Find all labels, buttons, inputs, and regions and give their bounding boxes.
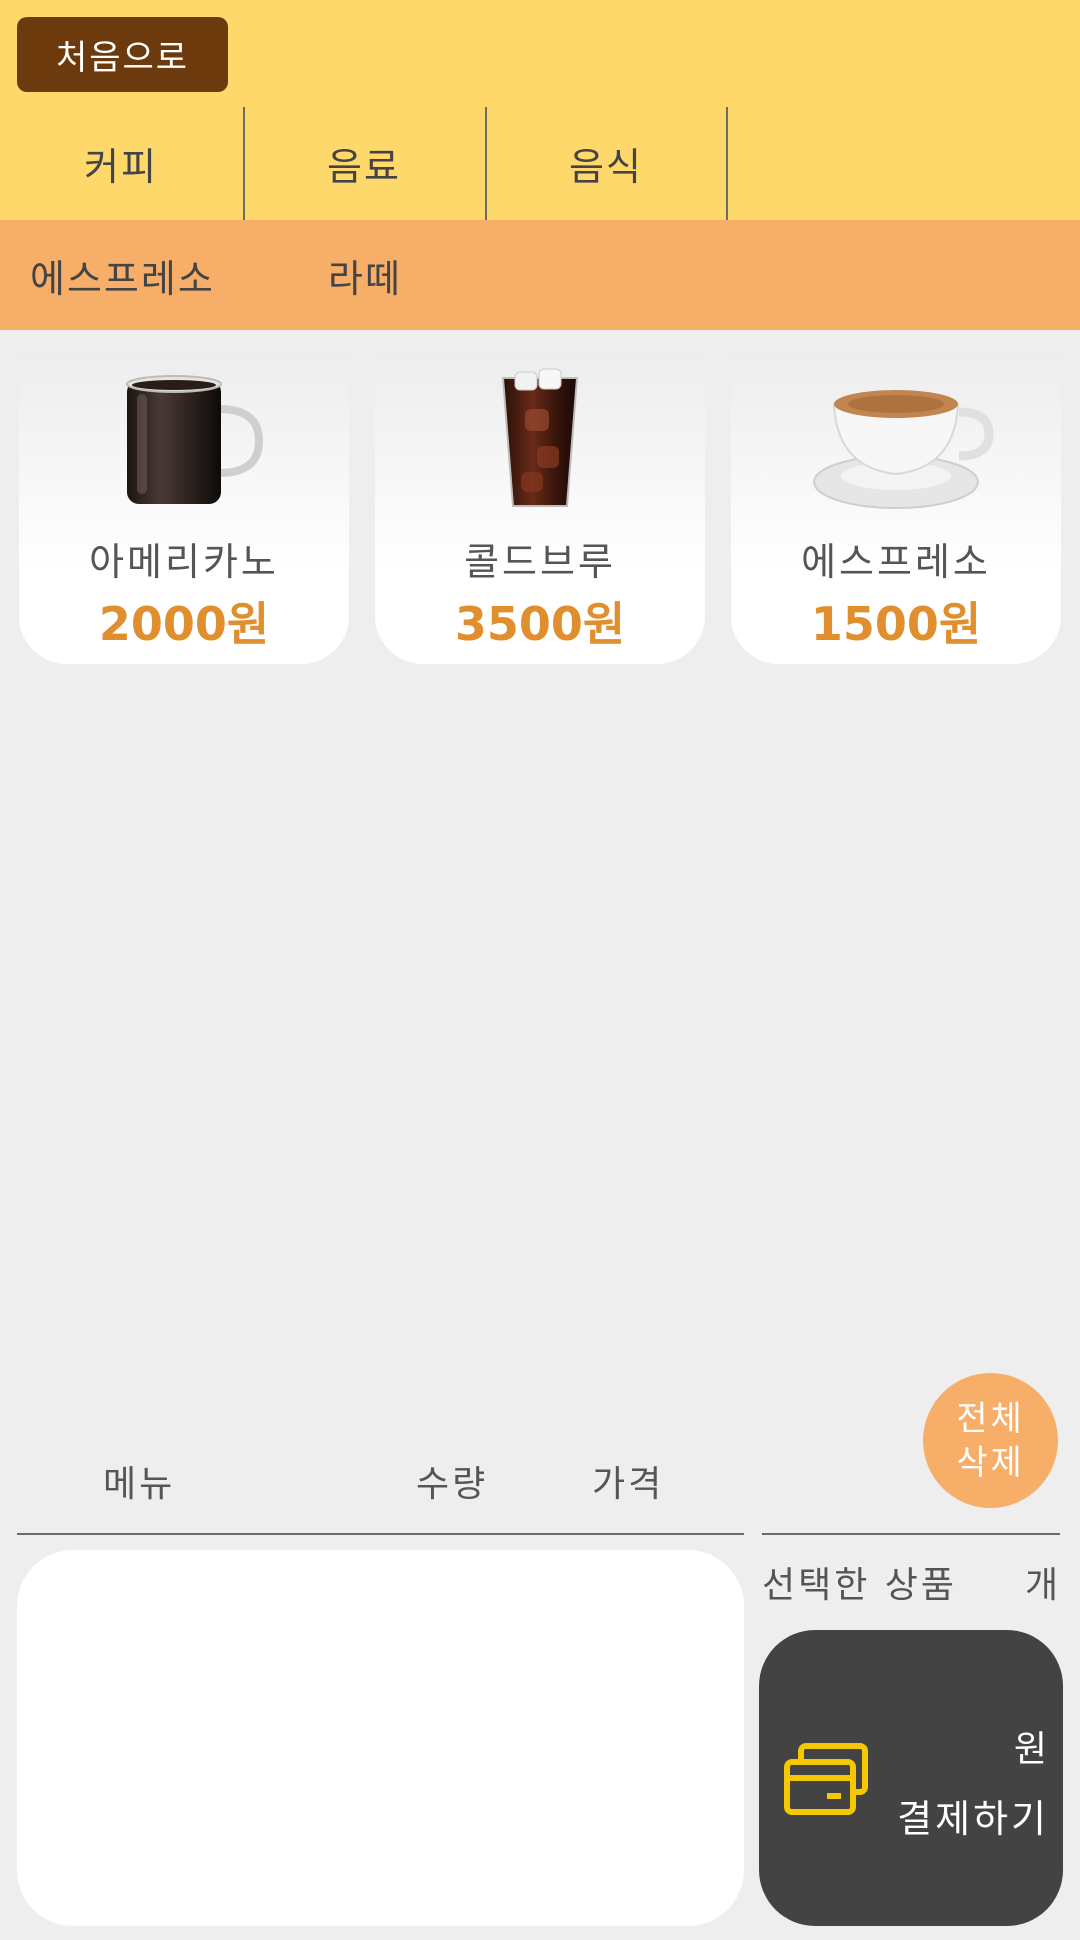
selected-count-unit: 개: [1025, 1565, 1059, 1606]
credit-card-icon: [784, 1743, 868, 1815]
iced-coffee-glass-image: [501, 368, 579, 507]
pay-button[interactable]: 원 결제하기: [759, 1630, 1063, 1926]
product-name: 콜드브루: [464, 540, 616, 584]
order-col-qty: 수량: [416, 1464, 489, 1505]
clear-all-label-line1: 전체: [956, 1398, 1025, 1439]
order-list[interactable]: [17, 1550, 744, 1926]
clear-all-label-line2: 삭제: [956, 1442, 1025, 1483]
tab-drinks[interactable]: 음료: [243, 107, 485, 220]
summary-divider: [762, 1533, 1060, 1535]
order-col-menu: 메뉴: [103, 1464, 176, 1505]
subtab-espresso[interactable]: 에스프레소: [30, 220, 215, 330]
product-name: 아메리카노: [89, 540, 279, 584]
total-price-unit: 원: [1013, 1729, 1047, 1770]
order-col-price: 가격: [592, 1464, 665, 1505]
category-tabs: 커피 음료 음식: [0, 107, 1080, 220]
subtab-latte[interactable]: 라떼: [328, 220, 402, 330]
top-header: 처음으로 커피 음료 음식: [0, 0, 1080, 220]
product-price: 1500원: [810, 597, 982, 651]
order-list-divider: [17, 1533, 744, 1535]
clear-all-button[interactable]: 전체 삭제: [923, 1373, 1058, 1508]
tab-divider: [726, 107, 728, 220]
product-card-coldbrew[interactable]: 콜드브루 3500원: [375, 356, 705, 664]
product-price: 3500원: [454, 597, 626, 651]
tab-coffee[interactable]: 커피: [0, 107, 242, 220]
product-card-americano[interactable]: 아메리카노 2000원: [19, 356, 349, 664]
pay-button-label: 결제하기: [897, 1797, 1049, 1841]
product-price: 2000원: [98, 597, 270, 651]
espresso-cup-image: [813, 390, 994, 509]
product-card-espresso[interactable]: 에스프레소 1500원: [731, 356, 1061, 664]
subcategory-bar: 에스프레소 라떼: [0, 220, 1080, 330]
tab-food[interactable]: 음식: [485, 107, 727, 220]
hot-coffee-mug-image: [126, 375, 264, 504]
selected-items-label: 선택한 상품: [762, 1565, 958, 1606]
product-name: 에스프레소: [801, 540, 991, 584]
home-button[interactable]: 처음으로: [17, 17, 228, 92]
